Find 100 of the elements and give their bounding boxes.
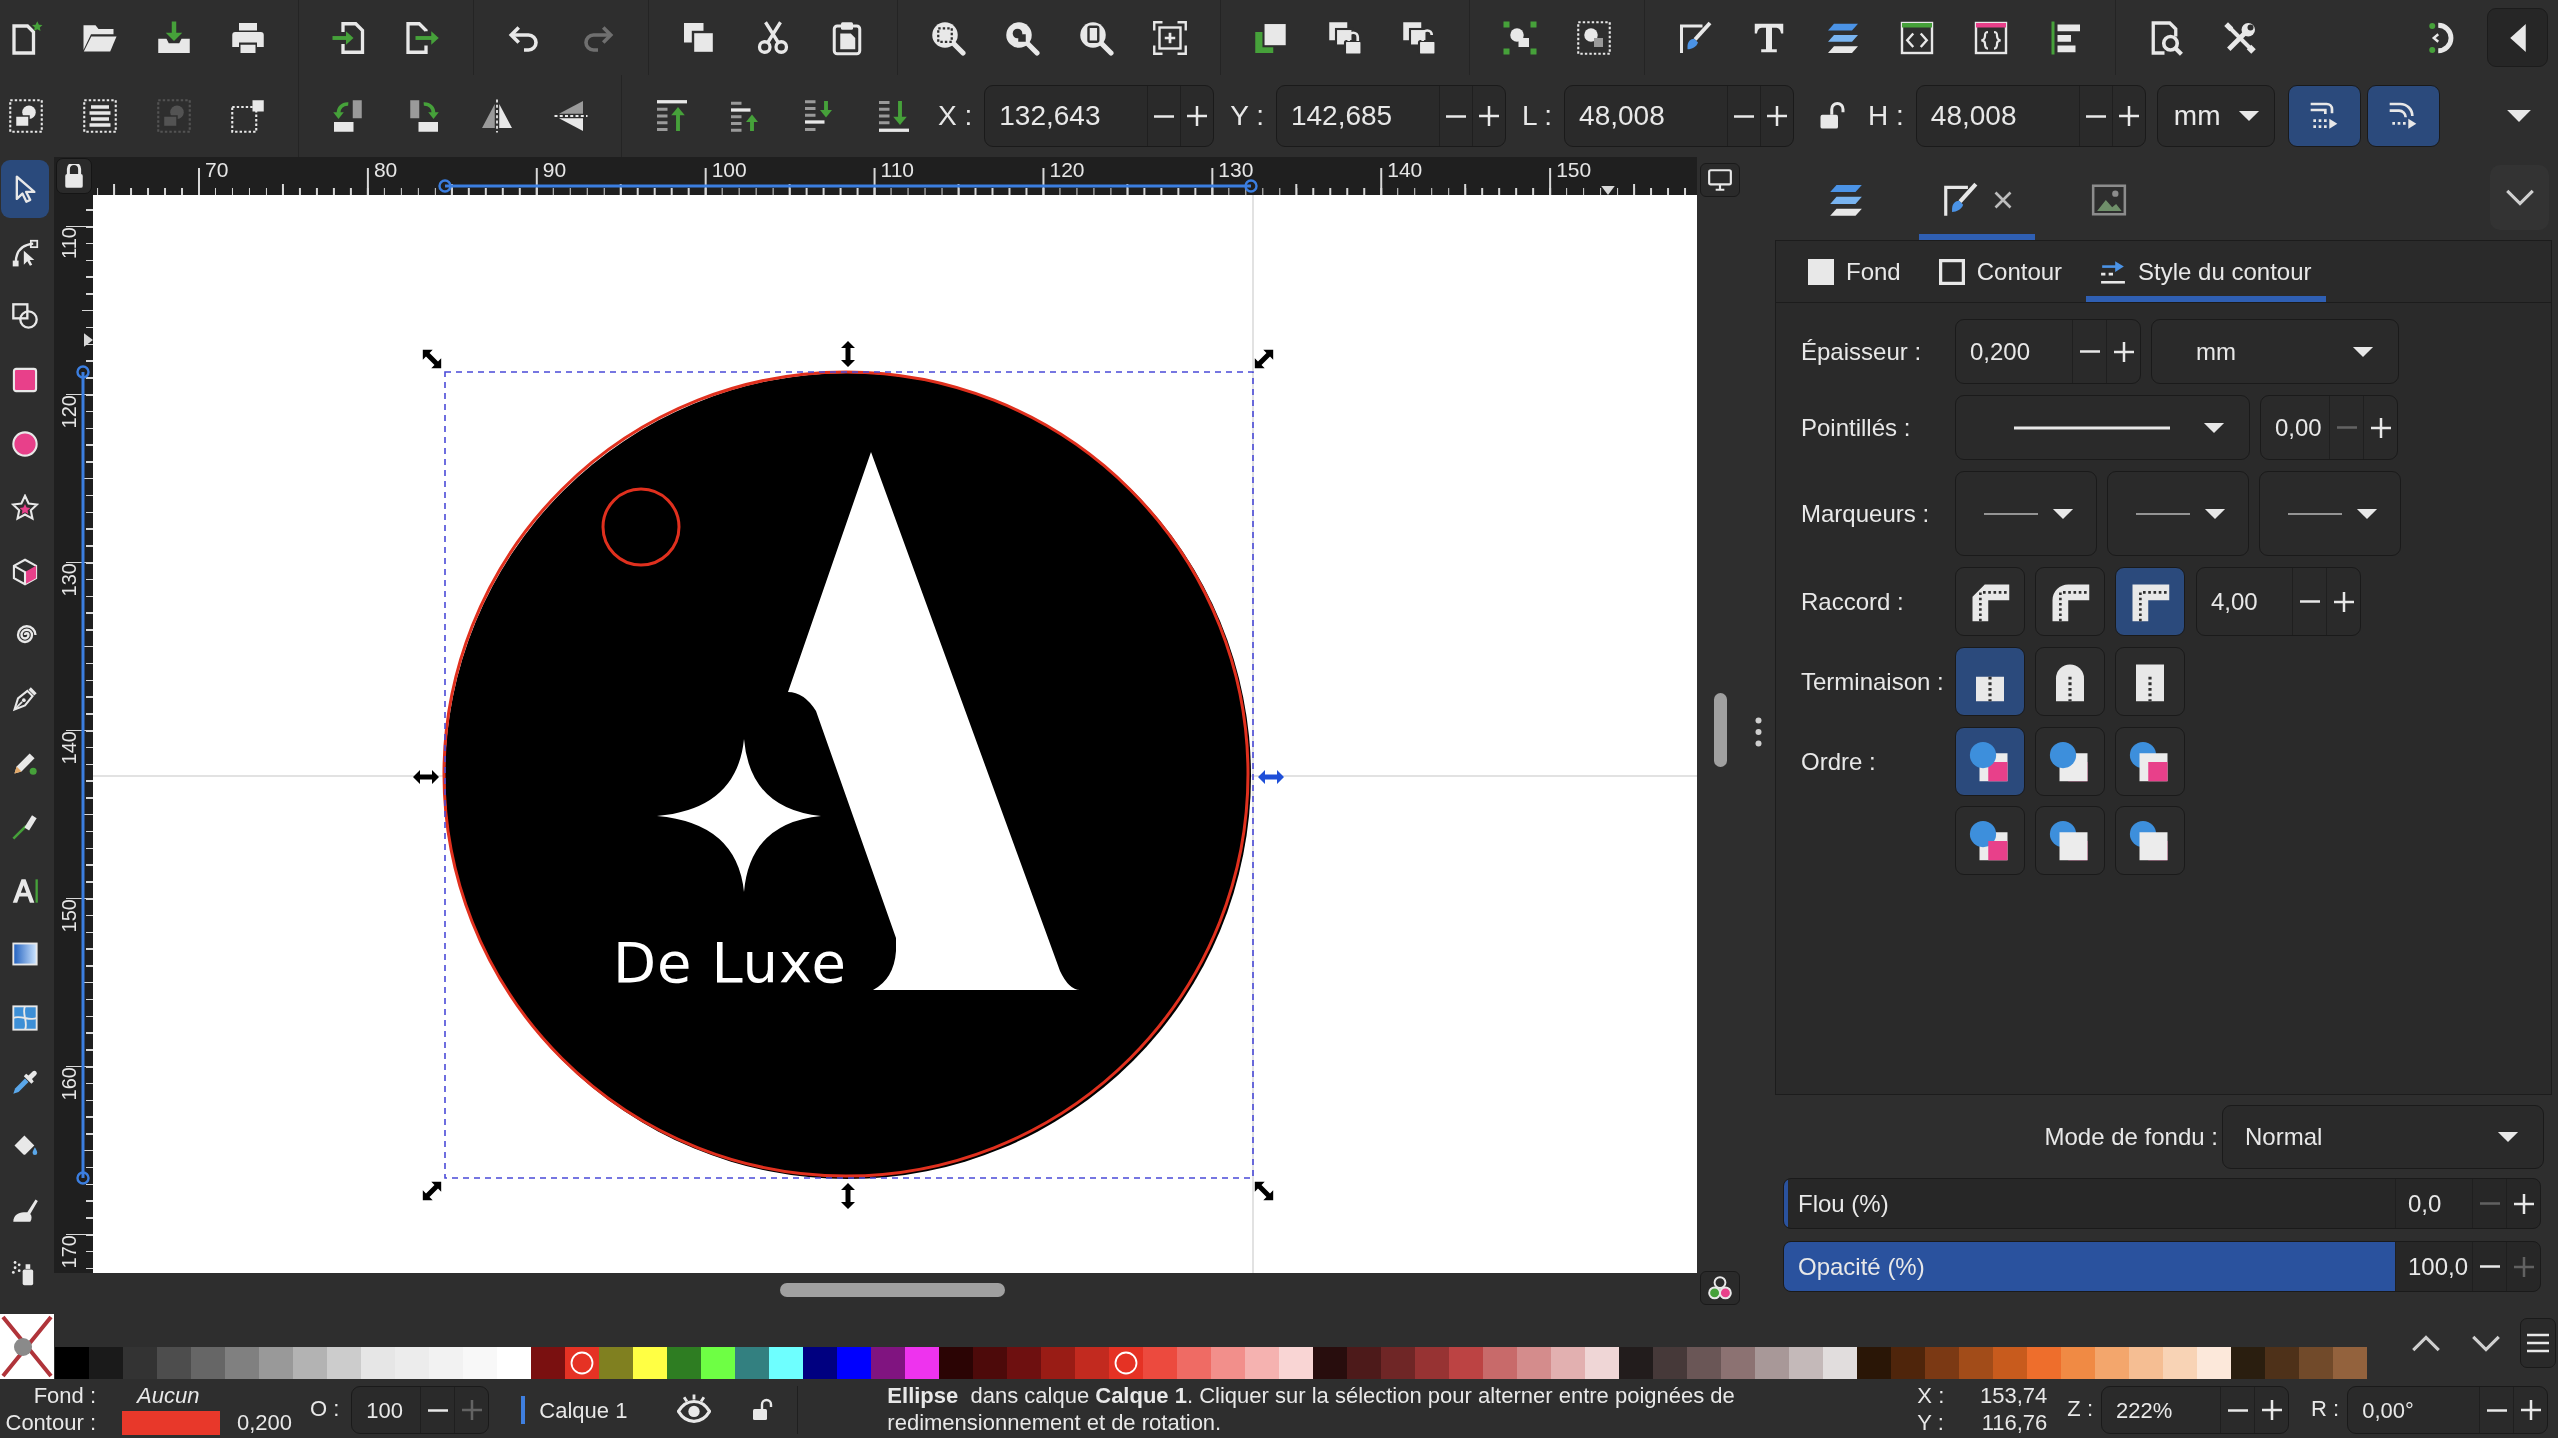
tool-button[interactable] [1, 159, 49, 218]
circle-outline[interactable] [601, 487, 681, 567]
no-paint-swatch-icon[interactable] [0, 1314, 54, 1379]
number-field[interactable]: 142,685 [1275, 85, 1506, 147]
chevron-down-icon[interactable] [2471, 1334, 2501, 1352]
swatch-icon[interactable] [1755, 1347, 1789, 1379]
swatch-icon[interactable] [395, 1347, 429, 1379]
paint-order-button[interactable] [2035, 806, 2105, 875]
cap-button[interactable] [1955, 647, 2025, 716]
paint-order-icon[interactable] [1969, 819, 2011, 862]
number-field[interactable]: 48,008 [1915, 85, 2146, 147]
cap-button[interactable] [2035, 647, 2105, 716]
swatch-icon[interactable] [259, 1347, 293, 1379]
braces-window-icon[interactable] [1973, 19, 2009, 56]
flip-horizontal-icon[interactable] [479, 98, 515, 134]
unit-dropdown[interactable]: mm [2156, 85, 2275, 147]
chevron-up-icon[interactable] [2411, 1334, 2441, 1352]
swatch-icon[interactable] [1347, 1347, 1381, 1379]
join-button[interactable] [2035, 567, 2105, 636]
panel-tab[interactable]: Style du contour [2086, 241, 2326, 302]
minus-icon[interactable] [1734, 114, 1755, 118]
shape-builder-icon[interactable] [11, 302, 39, 331]
caret-down-icon[interactable] [2237, 110, 2260, 122]
swatch-icon[interactable] [1449, 1347, 1483, 1379]
join-button[interactable] [2115, 567, 2185, 636]
swatch-icon[interactable] [531, 1347, 565, 1379]
select-all-icon[interactable] [8, 98, 44, 134]
transform-handles-icon[interactable] [230, 98, 266, 134]
swatch-icon[interactable] [361, 1347, 395, 1379]
swatch-icon[interactable] [1483, 1347, 1517, 1379]
swatch-icon[interactable] [769, 1347, 803, 1379]
plus-icon[interactable] [2118, 106, 2139, 126]
swatch-icon[interactable] [1075, 1347, 1109, 1379]
swatch-icon[interactable] [1857, 1347, 1891, 1379]
double-arrow-icon[interactable] [1254, 349, 1274, 369]
locked-squares-icon[interactable] [1327, 19, 1363, 56]
join-button[interactable] [1955, 567, 2025, 636]
swatch-icon[interactable] [1721, 1347, 1755, 1379]
swatch-icon[interactable] [2163, 1347, 2197, 1379]
swatch-icon[interactable] [2299, 1347, 2333, 1379]
number-field[interactable]: 0,00 [2260, 395, 2398, 460]
swatch-icon[interactable] [1619, 1347, 1653, 1379]
blend-mode-dropdown[interactable]: Normal [2222, 1105, 2544, 1169]
rectangle-icon[interactable] [11, 366, 39, 395]
document-export-icon[interactable] [405, 19, 441, 56]
number-field[interactable]: 0,200 [1955, 319, 2141, 384]
swatch-icon[interactable] [89, 1347, 123, 1379]
swatch-icon[interactable] [1517, 1347, 1551, 1379]
toggle-button[interactable] [2366, 85, 2440, 147]
swatch-icon[interactable] [905, 1347, 939, 1379]
swatch-icon[interactable] [55, 1347, 89, 1379]
slider-track[interactable]: Opacité (%) [1784, 1242, 2395, 1291]
dock-menu-button[interactable] [2490, 165, 2549, 230]
cube-icon[interactable] [11, 557, 39, 586]
swatch-icon[interactable] [293, 1347, 327, 1379]
vertical-dots-icon[interactable] [1754, 716, 1762, 747]
menu-icon[interactable] [2526, 1333, 2550, 1353]
slider-control[interactable]: Flou (%) 0,0 [1783, 1178, 2541, 1229]
swatch-icon[interactable] [123, 1347, 157, 1379]
scissors-icon[interactable] [755, 19, 791, 56]
marker-dropdown[interactable] [2259, 471, 2401, 556]
caret-down-icon[interactable] [2203, 421, 2225, 434]
unlocked-squares-icon[interactable] [1401, 19, 1437, 56]
swatch-icon[interactable] [1279, 1347, 1313, 1379]
thin-line-icon[interactable] [2136, 512, 2190, 515]
monitor-icon[interactable] [1707, 167, 1733, 193]
circles-button[interactable] [1700, 1271, 1740, 1305]
number-field[interactable]: 4,00 [2196, 567, 2361, 636]
lock-button[interactable] [55, 158, 92, 194]
dropper-icon[interactable] [11, 1068, 39, 1097]
plus-icon[interactable] [2261, 1400, 2282, 1420]
minus-icon[interactable] [2299, 600, 2320, 603]
minus-icon[interactable] [2227, 1408, 2248, 1412]
rotation-field[interactable]: 0,00° [2347, 1386, 2549, 1434]
layer-selector[interactable]: Calque 1 [539, 1396, 628, 1424]
swatch-icon[interactable] [939, 1347, 973, 1379]
marker-dropdown[interactable] [2107, 471, 2249, 556]
swatch-icon[interactable] [1041, 1347, 1075, 1379]
double-arrow-icon[interactable] [1254, 1181, 1274, 1201]
zoom-drawing-icon[interactable] [1004, 19, 1040, 56]
swatch-icon[interactable] [1891, 1347, 1925, 1379]
stroke-style-icon[interactable] [2100, 258, 2127, 285]
dotted-selection-icon[interactable] [1576, 19, 1612, 56]
swatch-icon[interactable] [1313, 1347, 1347, 1379]
paint-order-button[interactable] [1955, 727, 2025, 796]
palette-menu-button[interactable] [2520, 1318, 2556, 1368]
caret-down-icon[interactable] [2506, 109, 2532, 123]
swatch-icon[interactable] [2265, 1347, 2299, 1379]
monitor-button[interactable] [1700, 163, 1740, 197]
document-import-icon[interactable] [331, 19, 367, 56]
dash-dropdown[interactable] [1955, 395, 2250, 460]
swatch-icon[interactable] [1687, 1347, 1721, 1379]
paint-order-icon[interactable] [2129, 740, 2171, 783]
caret-down-icon[interactable] [2356, 507, 2378, 520]
double-arrow-icon[interactable] [413, 770, 439, 784]
double-arrow-icon[interactable] [841, 341, 855, 367]
caret-down-icon[interactable] [2204, 507, 2226, 520]
raise-to-top-icon[interactable] [654, 98, 690, 134]
plus-icon[interactable] [2333, 591, 2354, 612]
swatch-icon[interactable] [1993, 1347, 2027, 1379]
